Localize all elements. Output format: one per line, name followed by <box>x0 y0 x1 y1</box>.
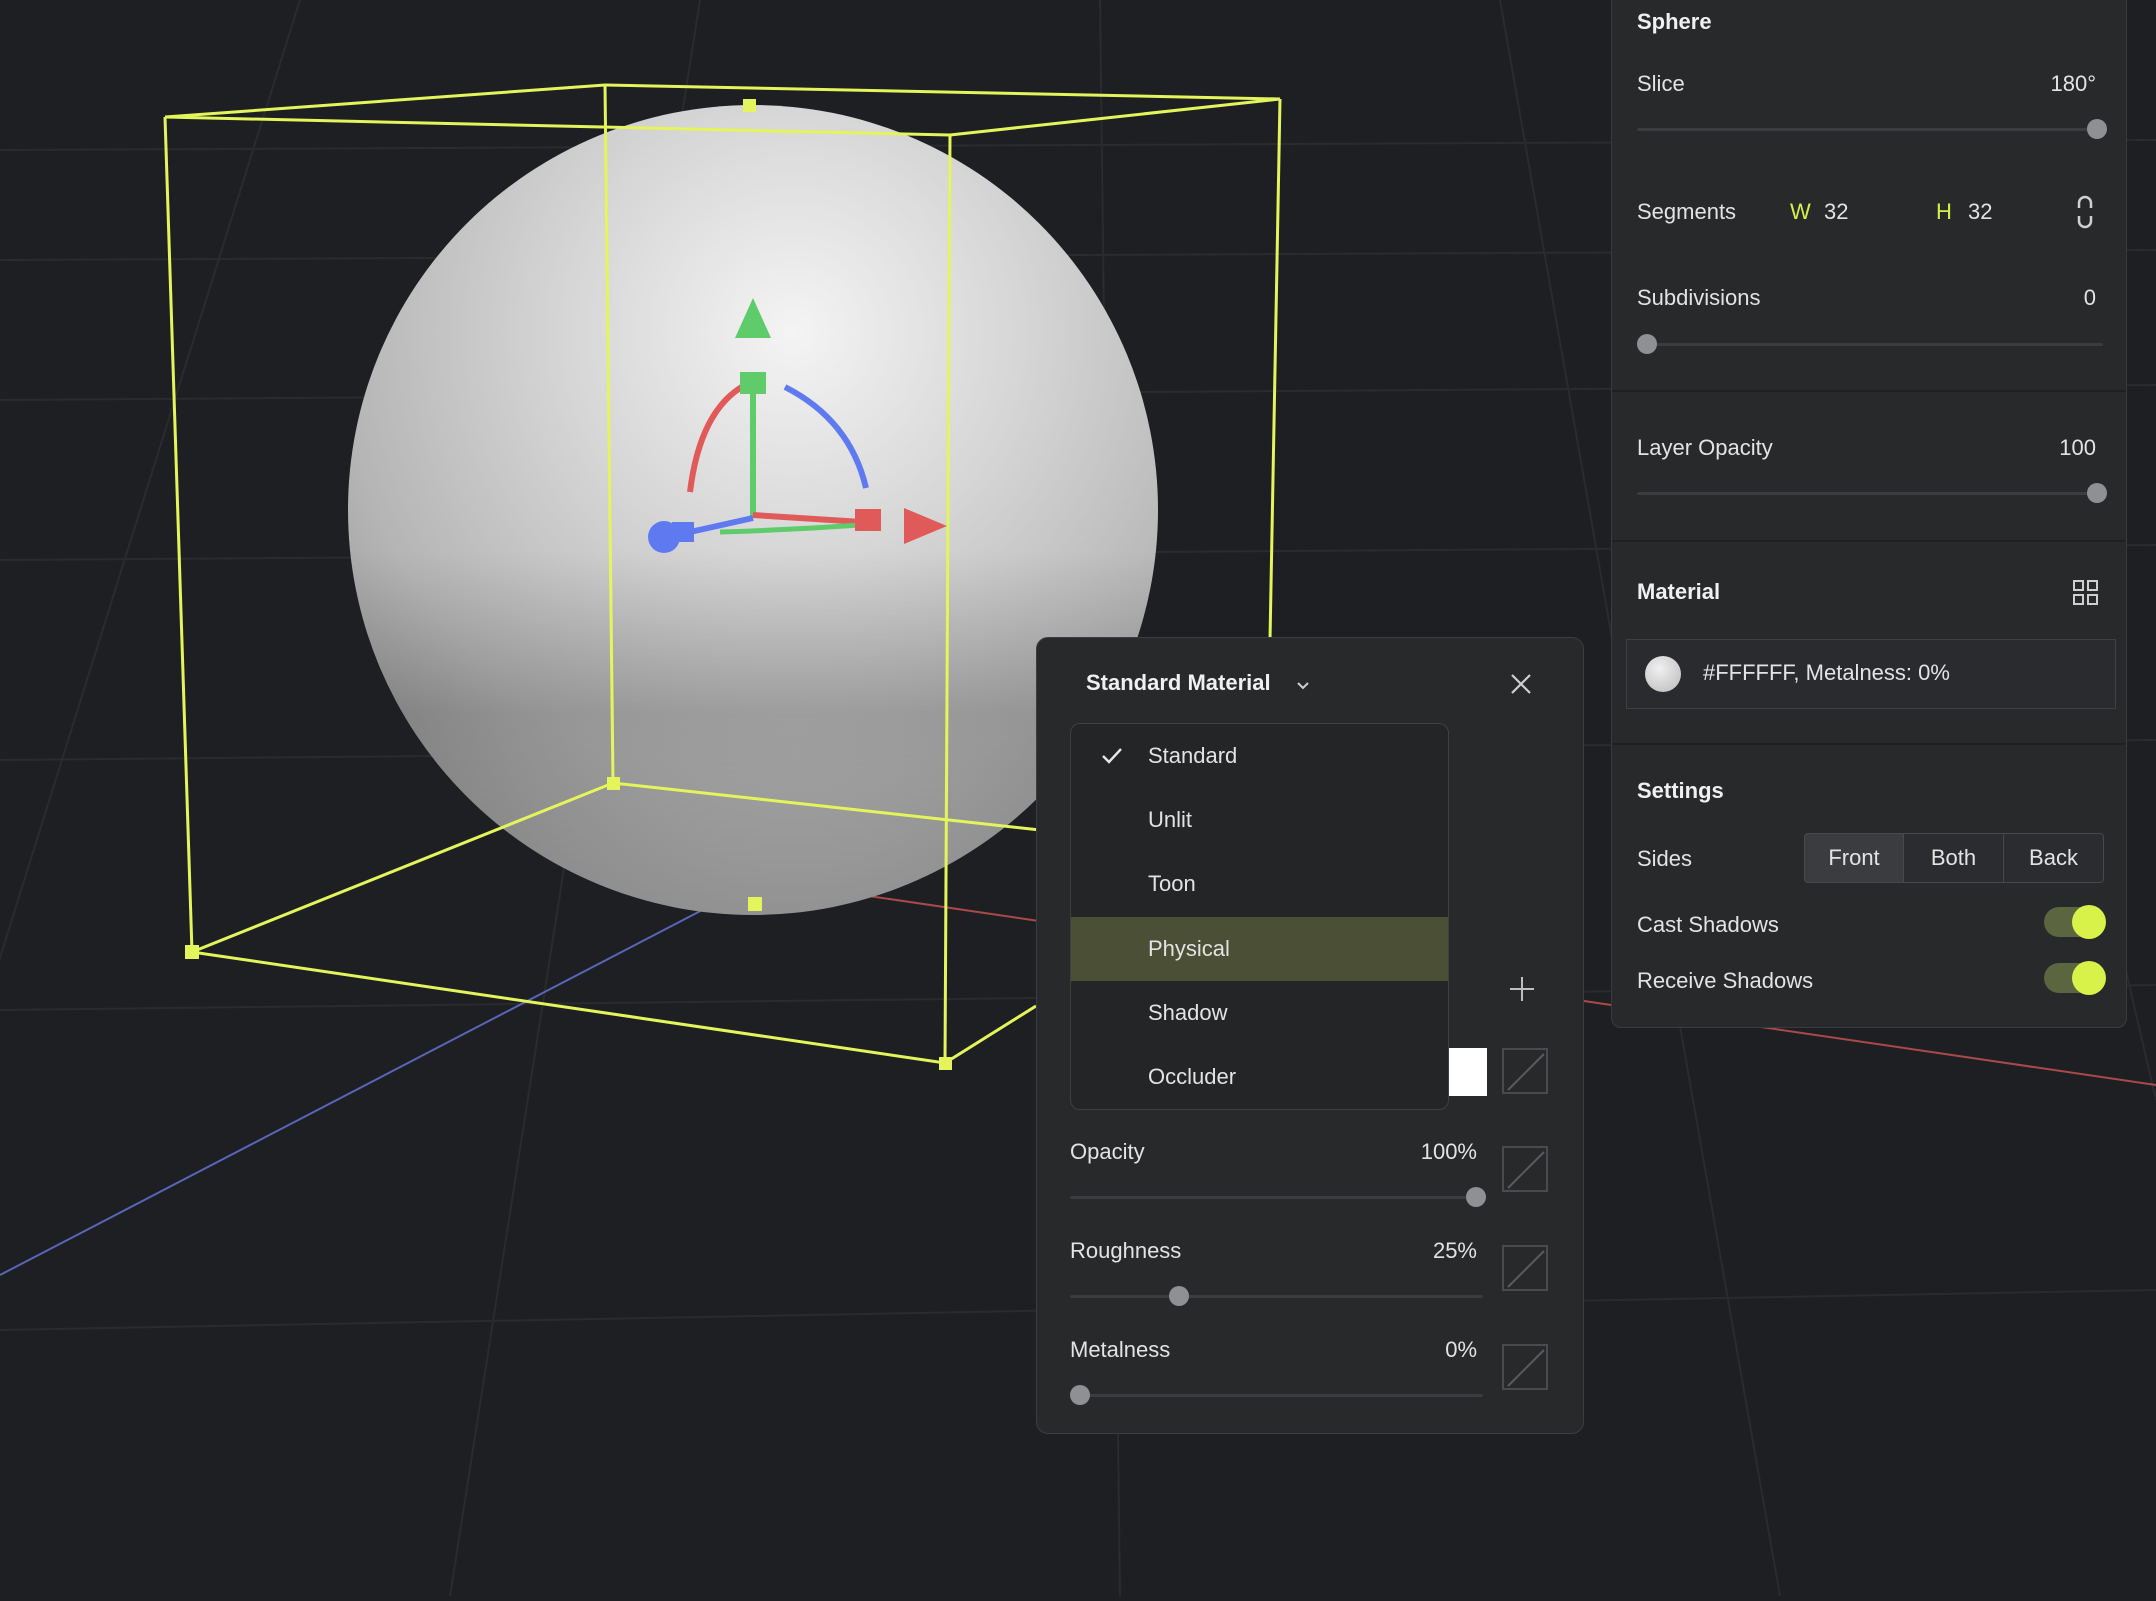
segments-width-input[interactable]: 32 <box>1824 199 1848 225</box>
metalness-value[interactable]: 0% <box>1445 1337 1477 1363</box>
divider <box>1612 540 2126 542</box>
receive-shadows-toggle[interactable] <box>2044 961 2106 995</box>
empty-slot-icon <box>1507 1151 1545 1189</box>
plus-icon[interactable] <box>1507 974 1537 1004</box>
z-axis-line <box>0 879 761 1276</box>
metalness-slider-thumb[interactable] <box>1070 1385 1090 1405</box>
properties-panel: Sphere Slice 180° Segments W 32 H 32 Sub… <box>1611 0 2127 1028</box>
material-color-swatch[interactable] <box>1645 656 1681 692</box>
map-slot-color[interactable] <box>1502 1048 1548 1094</box>
segments-label: Segments <box>1637 199 1737 224</box>
slice-slider-thumb[interactable] <box>2087 119 2107 139</box>
slice-slider-track[interactable] <box>1637 128 2103 131</box>
grid-icon[interactable] <box>2072 579 2100 607</box>
material-type-dropdown: Standard Unlit Toon Physical Shadow Occl… <box>1070 723 1449 1110</box>
segments-height-input[interactable]: 32 <box>1968 199 1992 225</box>
dropdown-option-standard[interactable]: Standard <box>1071 724 1448 788</box>
sides-front-button[interactable]: Front <box>1804 833 1904 883</box>
segments-width-prefix: W <box>1790 199 1811 224</box>
roughness-slider-track[interactable] <box>1070 1295 1483 1298</box>
map-slot-roughness[interactable] <box>1502 1245 1548 1291</box>
dropdown-option-label: Unlit <box>1148 807 1193 832</box>
map-slot-opacity[interactable] <box>1502 1146 1548 1192</box>
empty-slot-icon <box>1507 1349 1545 1387</box>
opacity-slider-thumb[interactable] <box>1466 1187 1486 1207</box>
cast-shadows-toggle[interactable] <box>2044 905 2106 939</box>
layer-opacity-slider-track[interactable] <box>1637 492 2103 495</box>
divider <box>1612 743 2126 745</box>
material-summary-field[interactable]: #FFFFFF, Metalness: 0% <box>1626 639 2116 709</box>
material-section-title: Material <box>1637 579 1721 604</box>
slice-value[interactable]: 180° <box>2050 71 2096 97</box>
sphere-section-title: Sphere <box>1637 9 1712 34</box>
roughness-label: Roughness <box>1070 1238 1182 1263</box>
map-slot-metalness[interactable] <box>1502 1344 1548 1390</box>
divider <box>1612 390 2126 392</box>
opacity-label: Opacity <box>1070 1139 1145 1164</box>
empty-slot-icon <box>1507 1250 1545 1288</box>
roughness-value[interactable]: 25% <box>1433 1238 1477 1264</box>
opacity-slider-track[interactable] <box>1070 1196 1483 1199</box>
material-summary-text: #FFFFFF, Metalness: 0% <box>1703 660 1950 685</box>
dropdown-option-label: Shadow <box>1148 1000 1228 1025</box>
segments-height-prefix: H <box>1936 199 1952 224</box>
dropdown-option-label: Standard <box>1148 743 1238 768</box>
toggle-knob <box>2072 961 2106 995</box>
dropdown-option-physical[interactable]: Physical <box>1071 917 1448 981</box>
layer-opacity-slider-thumb[interactable] <box>2087 483 2107 503</box>
subdivisions-slider-thumb[interactable] <box>1637 334 1657 354</box>
subdivisions-value[interactable]: 0 <box>2084 285 2096 311</box>
dropdown-option-label: Physical <box>1148 936 1230 961</box>
color-swatch-preview[interactable] <box>1449 1048 1487 1096</box>
roughness-slider-thumb[interactable] <box>1169 1286 1189 1306</box>
opacity-value[interactable]: 100% <box>1421 1139 1477 1165</box>
sides-label: Sides <box>1637 846 1693 871</box>
toggle-knob <box>2072 905 2106 939</box>
check-icon <box>1102 748 1122 764</box>
settings-section-title: Settings <box>1637 778 1724 803</box>
metalness-label: Metalness <box>1070 1337 1171 1362</box>
receive-shadows-label: Receive Shadows <box>1637 968 1814 993</box>
metalness-slider-track[interactable] <box>1070 1394 1483 1397</box>
dropdown-option-label: Occluder <box>1148 1064 1237 1089</box>
sides-segmented-control: Front Both Back <box>1804 833 2104 883</box>
chevron-down-icon[interactable] <box>1294 676 1312 694</box>
layer-opacity-value[interactable]: 100 <box>2059 435 2096 461</box>
slice-label: Slice <box>1637 71 1685 96</box>
sides-both-button[interactable]: Both <box>1903 833 2004 883</box>
subdivisions-label: Subdivisions <box>1637 285 1761 310</box>
dropdown-option-occluder[interactable]: Occluder <box>1071 1045 1448 1109</box>
sides-back-button[interactable]: Back <box>2003 833 2104 883</box>
cast-shadows-label: Cast Shadows <box>1637 912 1779 937</box>
dropdown-option-label: Toon <box>1148 871 1196 896</box>
material-type-label[interactable]: Standard Material <box>1086 670 1271 696</box>
empty-slot-icon <box>1507 1053 1545 1091</box>
dropdown-option-shadow[interactable]: Shadow <box>1071 981 1448 1045</box>
subdivisions-slider-track[interactable] <box>1637 343 2103 346</box>
link-segments-icon[interactable] <box>2075 195 2095 229</box>
close-icon[interactable] <box>1509 672 1533 696</box>
dropdown-option-toon[interactable]: Toon <box>1071 852 1448 916</box>
layer-opacity-label: Layer Opacity <box>1637 435 1773 460</box>
dropdown-option-unlit[interactable]: Unlit <box>1071 788 1448 852</box>
